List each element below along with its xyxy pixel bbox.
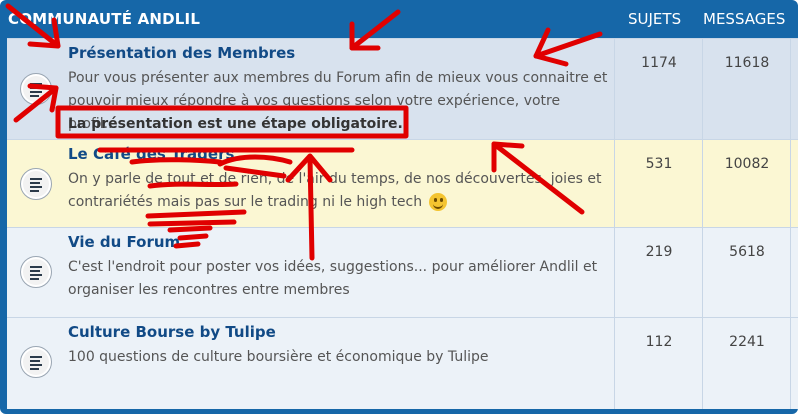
posts-count: 10082 bbox=[724, 156, 770, 172]
forum-description: 100 questions de culture boursière et éc… bbox=[68, 349, 489, 365]
forum-mandatory-note: La présentation est une étape obligatoir… bbox=[68, 116, 403, 132]
topics-count-cell: 112 bbox=[614, 318, 703, 409]
topics-count-cell: 531 bbox=[614, 140, 703, 228]
forum-row-vie-du-forum: Vie du Forum C'est l'endroit pour poster… bbox=[7, 227, 798, 318]
topics-count-cell: 1174 bbox=[614, 39, 703, 140]
forum-read-icon bbox=[20, 73, 52, 105]
posts-count-cell: 10082 bbox=[702, 140, 791, 228]
category-title[interactable]: COMMUNAUTÉ ANDLIL bbox=[8, 10, 200, 28]
topics-count: 1174 bbox=[641, 55, 677, 71]
forum-title-link[interactable]: Culture Bourse by Tulipe bbox=[68, 323, 276, 341]
forum-description: On y parle de tout et de rien, de l'air … bbox=[68, 168, 608, 214]
last-post-cell bbox=[790, 140, 798, 228]
posts-count-cell: 2241 bbox=[702, 318, 791, 409]
forum-description-text: On y parle de tout et de rien, de l'air … bbox=[68, 171, 602, 210]
last-post-cell bbox=[790, 39, 798, 140]
topics-count: 112 bbox=[645, 334, 673, 350]
posts-count-cell: 11618 bbox=[702, 39, 791, 140]
posts-count: 11618 bbox=[724, 55, 770, 71]
category-header: COMMUNAUTÉ ANDLIL SUJETS MESSAGES bbox=[0, 0, 798, 38]
forum-title-link[interactable]: Présentation des Membres bbox=[68, 44, 295, 62]
forum-description: C'est l'endroit pour poster vos idées, s… bbox=[68, 259, 598, 298]
forum-category-panel: COMMUNAUTÉ ANDLIL SUJETS MESSAGES Présen… bbox=[0, 0, 798, 414]
forum-main-cell: Culture Bourse by Tulipe 100 questions d… bbox=[7, 318, 614, 409]
topics-count-cell: 219 bbox=[614, 228, 703, 318]
posts-count-cell: 5618 bbox=[702, 228, 791, 318]
column-header-topics: SUJETS bbox=[628, 10, 682, 28]
last-post-cell bbox=[790, 228, 798, 318]
forum-row-culture-bourse: Culture Bourse by Tulipe 100 questions d… bbox=[7, 317, 798, 409]
posts-count: 5618 bbox=[729, 244, 765, 260]
forum-read-icon bbox=[20, 256, 52, 288]
forum-read-icon bbox=[20, 346, 52, 378]
forum-title-link[interactable]: Vie du Forum bbox=[68, 233, 180, 251]
forum-main-cell: Présentation des Membres Pour vous prése… bbox=[7, 39, 614, 140]
forum-row-cafe-traders: Le Café des Traders On y parle de tout e… bbox=[7, 139, 798, 228]
forum-row-presentation: Présentation des Membres Pour vous prése… bbox=[7, 38, 798, 140]
topics-count: 219 bbox=[645, 244, 673, 260]
column-header-posts: MESSAGES bbox=[703, 10, 786, 28]
wink-smiley-icon bbox=[428, 193, 447, 211]
forum-read-icon bbox=[20, 168, 52, 200]
forum-main-cell: Le Café des Traders On y parle de tout e… bbox=[7, 140, 614, 228]
topics-count: 531 bbox=[645, 156, 673, 172]
posts-count: 2241 bbox=[729, 334, 765, 350]
last-post-cell bbox=[790, 318, 798, 409]
forum-main-cell: Vie du Forum C'est l'endroit pour poster… bbox=[7, 228, 614, 318]
forum-title-link[interactable]: Le Café des Traders bbox=[68, 145, 234, 163]
